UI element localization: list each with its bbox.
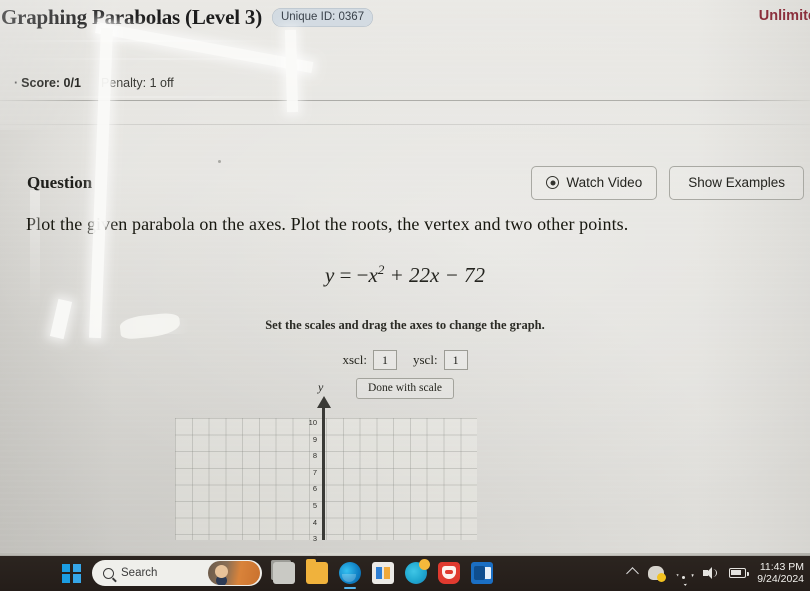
microsoft-edge-icon[interactable] — [339, 562, 361, 589]
coordinate-grid[interactable] — [175, 418, 477, 540]
divider-top — [0, 100, 810, 101]
y-tick-label: 7 — [312, 467, 317, 477]
scale-controls: xscl: 1 yscl: 1 — [0, 350, 810, 370]
y-axis-label: y — [318, 380, 324, 394]
search-icon — [103, 567, 114, 579]
equation-display: y = −x2 + 22x − 72 — [0, 262, 810, 288]
y-tick-label: 3 — [312, 534, 317, 544]
equation-term1-sign: − — [356, 263, 369, 287]
y-tick-label: 10 — [308, 418, 317, 427]
show-examples-label: Show Examples — [688, 175, 785, 190]
windows-taskbar: Search 11:43 PM 9/24/2024 — [0, 553, 810, 591]
equation-term3: − 72 — [444, 263, 486, 287]
system-tray: 11:43 PM 9/24/2024 — [626, 561, 804, 585]
xscl-input[interactable]: 1 — [373, 350, 397, 370]
y-axis-tick-labels: 1098765432 — [299, 404, 317, 560]
question-row: Question Watch Video Show Examples — [0, 164, 810, 204]
question-prompt: Plot the given parabola on the axes. Plo… — [26, 214, 629, 234]
chevron-up-icon[interactable] — [626, 566, 640, 580]
start-icon[interactable] — [62, 563, 81, 583]
microsoft-store-icon[interactable] — [372, 562, 394, 584]
y-tick-label: 6 — [312, 484, 317, 494]
scale-help-text: Set the scales and drag the axes to chan… — [265, 318, 545, 332]
equation-term1-base: x — [368, 263, 378, 287]
question-actions: Watch Video Show Examples — [531, 166, 804, 200]
widget-thumbnail — [208, 561, 260, 585]
play-circle-icon — [546, 176, 560, 189]
penalty-text: Penalty: 1 off — [100, 76, 174, 90]
taskbar-items: Search — [62, 559, 493, 589]
show-examples-button[interactable]: Show Examples — [669, 166, 804, 200]
xscl-group: xscl: 1 — [342, 350, 397, 370]
done-with-scale-row: Done with scale — [0, 378, 810, 399]
status-bar: Score: 0/1 Penalty: 1 off — [0, 68, 810, 98]
equation-lhs: y — [324, 263, 335, 287]
unique-id-badge: Unique ID: 0367 — [271, 7, 374, 27]
page-title: Graphing Parabolas (Level 3) — [1, 4, 262, 29]
red-app-icon[interactable] — [438, 562, 460, 584]
clock[interactable]: 11:43 PM 9/24/2024 — [757, 561, 804, 585]
globe-app-icon[interactable] — [405, 559, 430, 584]
watch-video-button[interactable]: Watch Video — [531, 166, 658, 200]
score-text: Score: 0/1 — [14, 76, 81, 90]
volume-icon[interactable] — [702, 566, 718, 580]
search-placeholder: Search — [121, 567, 158, 579]
equation-equals: = — [339, 263, 352, 287]
wifi-icon[interactable] — [675, 566, 691, 580]
y-tick-label: 5 — [312, 501, 317, 510]
y-axis[interactable] — [322, 404, 325, 540]
y-tick-label: 8 — [312, 451, 317, 461]
yscl-group: yscl: 1 — [413, 350, 468, 370]
question-label: Question — [27, 173, 93, 192]
equation-term1-exponent: 2 — [377, 262, 385, 277]
yscl-label: yscl: — [413, 352, 438, 367]
watch-video-label: Watch Video — [566, 175, 643, 190]
divider-bottom — [0, 124, 810, 125]
outlook-icon[interactable] — [471, 562, 493, 584]
y-tick-label: 9 — [312, 434, 317, 444]
xscl-label: xscl: — [342, 352, 367, 367]
taskbar-top-edge — [0, 553, 810, 556]
task-view-icon[interactable] — [273, 562, 295, 584]
clock-time: 11:43 PM — [759, 560, 804, 573]
app-header: Graphing Parabolas (Level 3) Unique ID: … — [0, 0, 810, 34]
battery-icon[interactable] — [729, 568, 749, 578]
yscl-input[interactable]: 1 — [443, 350, 468, 370]
cloud-sync-icon[interactable] — [648, 566, 667, 582]
clock-date: 9/24/2024 — [757, 573, 804, 585]
equation-term2: + 22x — [389, 263, 440, 287]
search-input[interactable]: Search — [92, 560, 262, 586]
y-tick-label: 4 — [312, 517, 317, 527]
done-with-scale-button[interactable]: Done with scale — [355, 378, 455, 399]
file-explorer-icon[interactable] — [306, 559, 328, 584]
